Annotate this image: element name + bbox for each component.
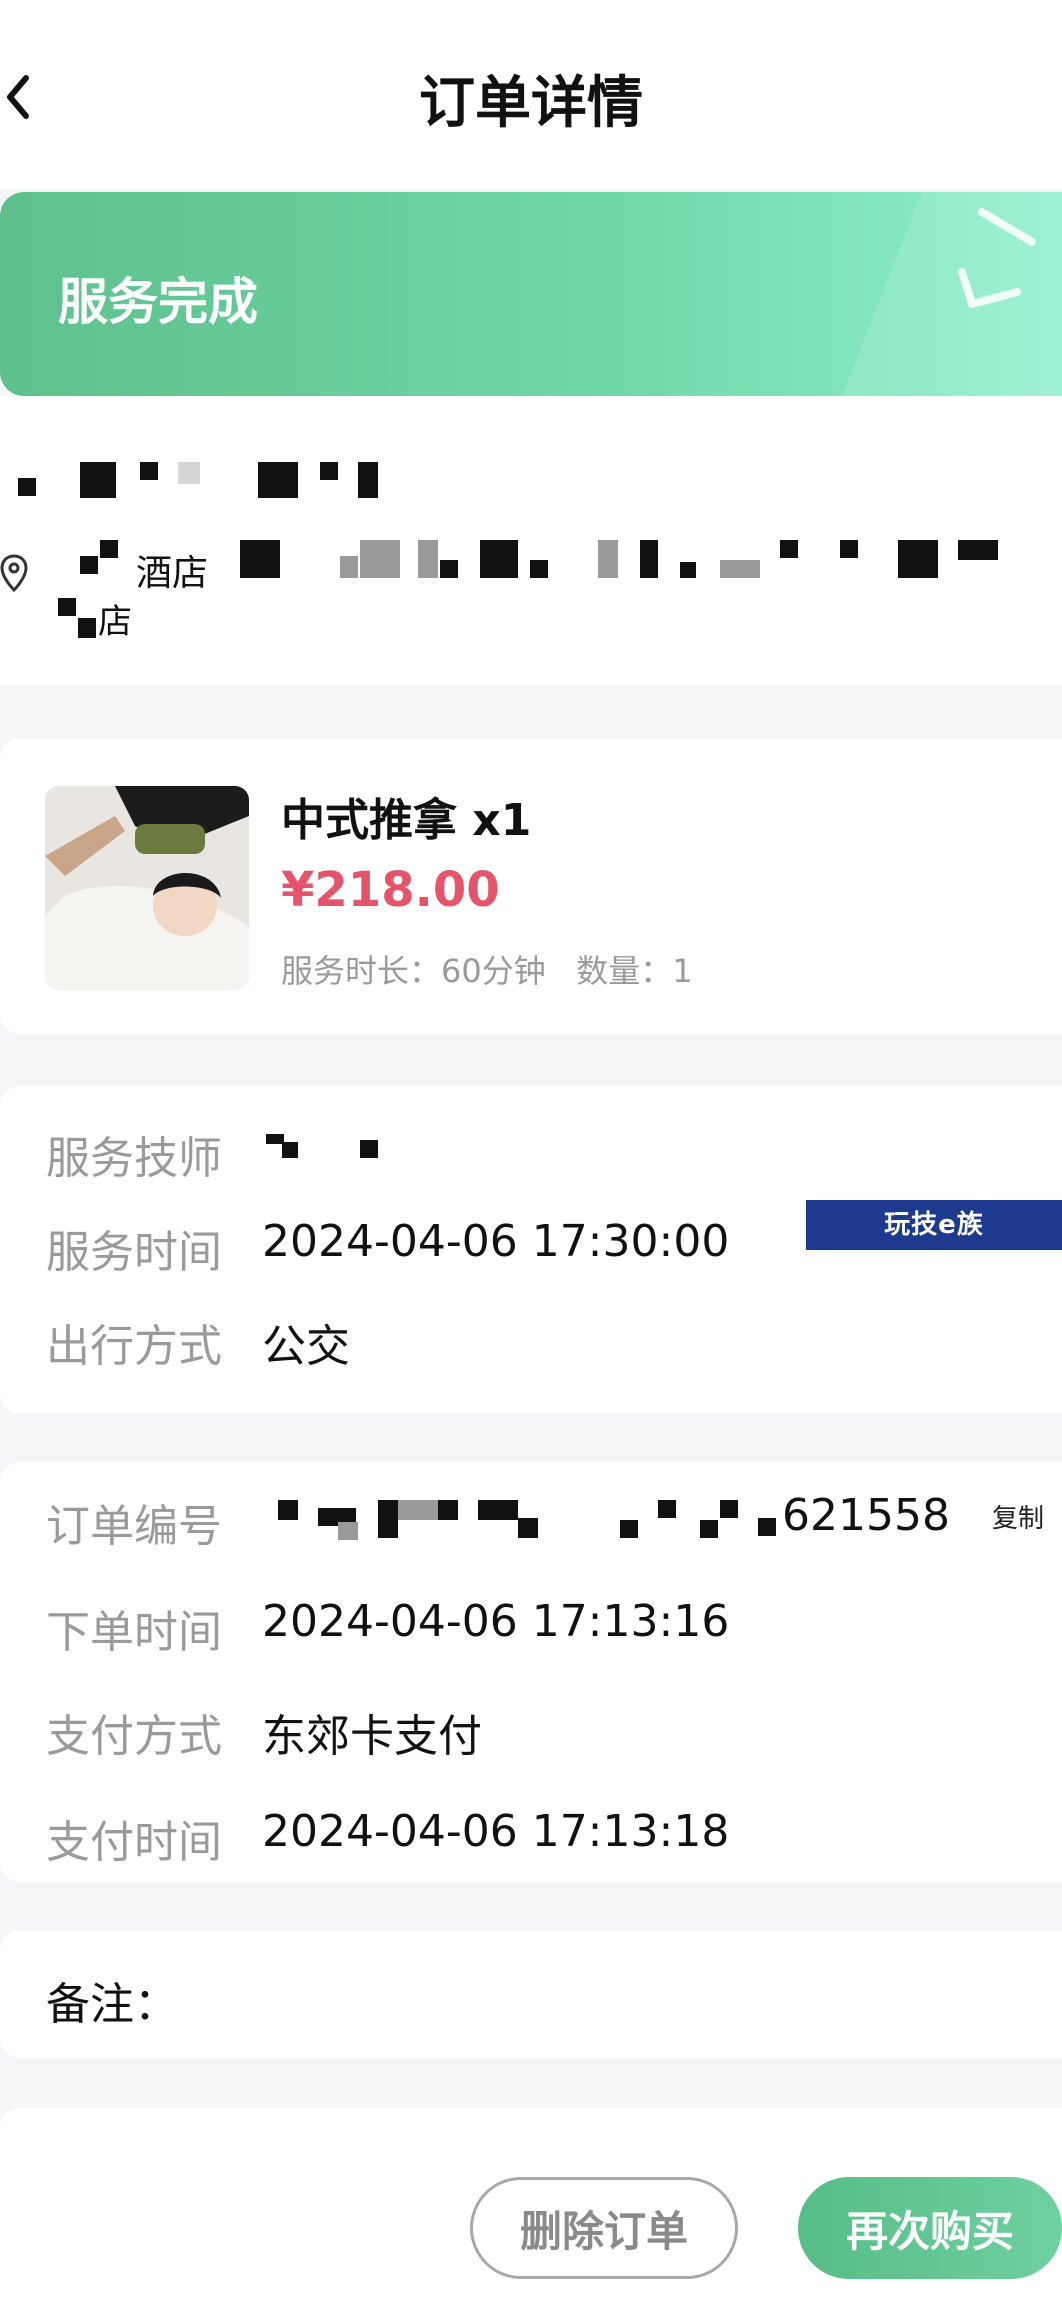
location-pin-icon [0,554,28,593]
order-number-value: 621558 [782,1490,950,1541]
nav-bar: 订单详情 [0,0,1062,190]
travel-mode-label: 出行方式 [46,1321,222,1372]
note-label: 备注： [46,1979,178,2030]
payment-time-value: 2024-04-06 17:13:18 [262,1806,730,1857]
payment-time-label: 支付时间 [46,1817,222,1868]
check-decoration-icon [842,192,1062,396]
buy-again-button[interactable]: 再次购买 [798,2177,1062,2279]
technician-label: 服务技师 [46,1133,222,1184]
service-time-label: 服务时间 [46,1227,222,1278]
payment-method-label: 支付方式 [46,1711,222,1762]
travel-mode-value: 公交 [262,1321,350,1372]
order-time-label: 下单时间 [46,1607,222,1658]
copy-button[interactable]: 复制 [992,1498,1044,1535]
order-time-value: 2024-04-06 17:13:16 [262,1596,730,1647]
order-number-label: 订单编号 [46,1501,222,1552]
delete-order-button[interactable]: 删除订单 [470,2177,738,2279]
product-name: 中式推拿 x1 [281,795,532,846]
watermark-banner: 玩技e族 [806,1200,1062,1250]
payment-method-value: 东郊卡支付 [262,1711,482,1762]
address-store-text: 店 [98,602,132,642]
product-thumbnail [45,786,249,990]
product-meta: 服务时长：60分钟 数量：1 [281,952,693,990]
address-hotel-text: 酒店 [136,553,209,594]
massage-photo-image [45,786,249,990]
status-text: 服务完成 [58,273,258,331]
status-banner: 服务完成 [0,192,1062,396]
product-price: ¥218.00 [281,862,500,918]
page-title: 订单详情 [419,71,643,136]
service-time-value: 2024-04-06 17:30:00 [262,1216,730,1267]
